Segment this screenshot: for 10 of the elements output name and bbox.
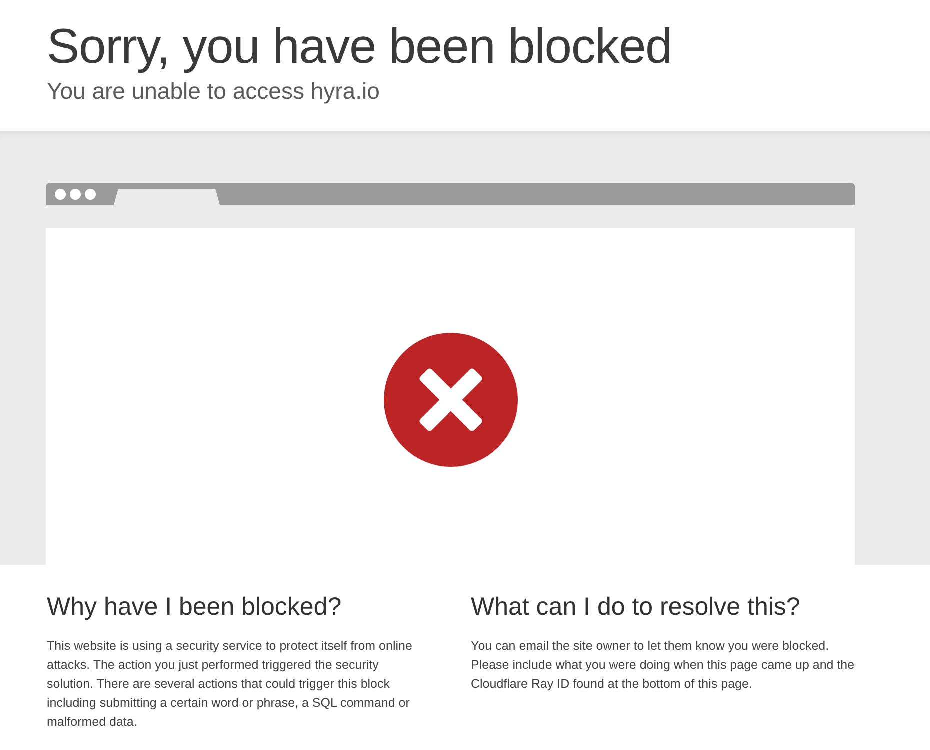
section-heading: Why have I been blocked? — [47, 592, 342, 623]
section-paragraph: This website is using a security service to protect itself from online attacks. The action you just performed triggered the security solution. There are several actions that could trigger this block including submitting a certain word or phrase, a SQL command or malformed data. — [47, 638, 414, 731]
window-dot-icon — [55, 188, 66, 200]
section-heading: What can I do to resolve this? — [471, 592, 800, 623]
window-dot-icon — [70, 188, 81, 200]
window-dot-icon — [85, 188, 96, 200]
page-subtitle: You are unable to access hyra.io — [47, 77, 380, 106]
cross-circle-icon — [384, 333, 518, 467]
page-title: Sorry, you have been blocked — [47, 19, 672, 76]
section-paragraph: You can email the site owner to let them know you were blocked. Please include what you were doing when this page came up and the Cloudflare Ray ID found at the bottom of this page. — [471, 638, 856, 693]
